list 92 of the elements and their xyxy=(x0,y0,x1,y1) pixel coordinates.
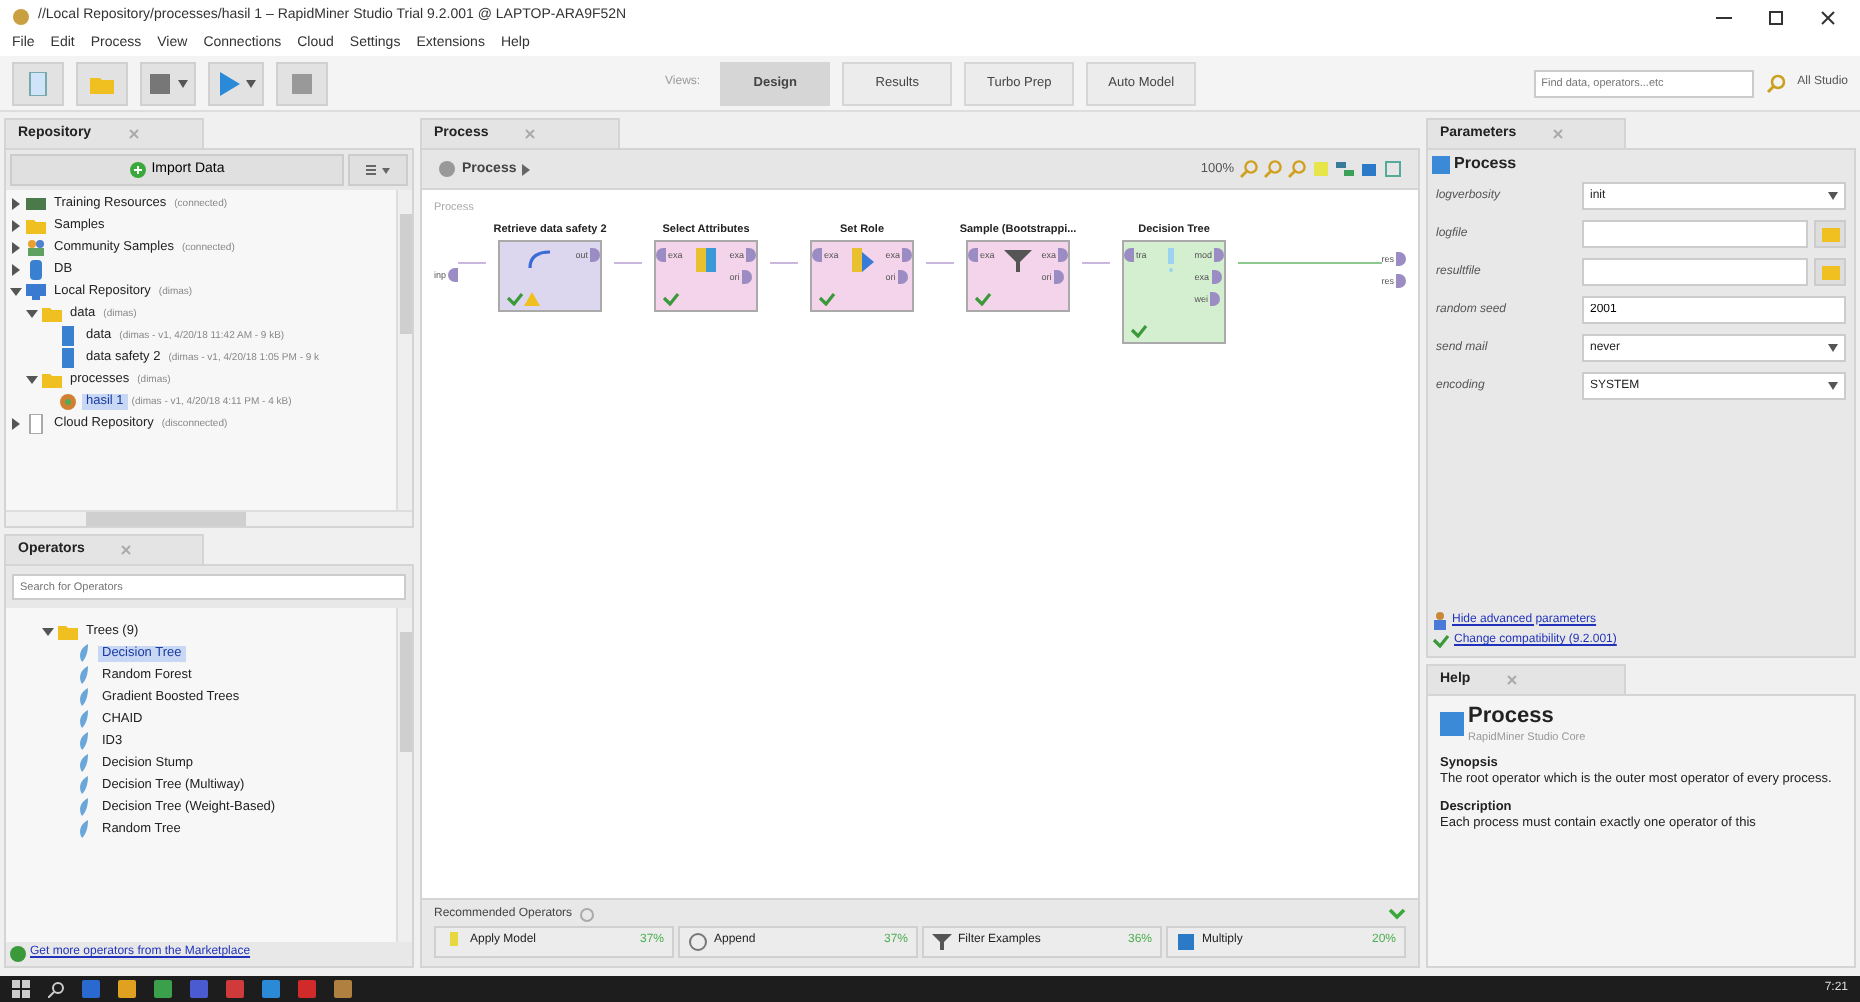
collapsed-caret-icon[interactable] xyxy=(10,219,22,232)
zoom-in-icon[interactable] xyxy=(1240,160,1258,179)
gear-icon xyxy=(58,391,78,412)
expanded-caret-icon[interactable] xyxy=(10,285,22,298)
port-handle[interactable] xyxy=(968,247,979,262)
columns-icon xyxy=(692,247,721,272)
folder-icon xyxy=(42,369,62,390)
folder-icon xyxy=(26,215,46,236)
process-icon xyxy=(1440,712,1464,737)
person-icon xyxy=(1432,611,1448,630)
browse-button[interactable] xyxy=(1814,258,1846,287)
plus-icon xyxy=(129,162,146,179)
filter-icon xyxy=(932,932,952,952)
folder-icon xyxy=(58,621,78,642)
caret-icon xyxy=(178,79,188,87)
columns-icon xyxy=(848,247,877,272)
collapsed-caret-icon[interactable] xyxy=(10,417,22,430)
scrollbar[interactable] xyxy=(396,608,412,942)
database-icon xyxy=(26,259,46,280)
leaf-icon xyxy=(74,753,94,774)
input-field[interactable] xyxy=(1582,258,1808,287)
scrollbar[interactable] xyxy=(6,510,412,526)
monitor-icon xyxy=(26,193,46,214)
layout-icon[interactable] xyxy=(1336,160,1354,179)
port-handle[interactable] xyxy=(812,247,823,262)
cube-icon[interactable] xyxy=(1360,160,1378,179)
expanded-caret-icon[interactable] xyxy=(42,625,54,638)
folder-icon xyxy=(1821,265,1839,280)
stop-button[interactable] xyxy=(276,61,328,105)
caret-icon xyxy=(1828,192,1838,201)
leaf-icon xyxy=(74,687,94,708)
data-file-icon xyxy=(58,325,78,346)
monitor-icon xyxy=(26,281,46,302)
leaf-icon xyxy=(74,731,94,752)
expanded-caret-icon[interactable] xyxy=(26,373,38,386)
port-handle[interactable] xyxy=(590,247,600,262)
folder-icon xyxy=(42,303,62,324)
scrollbar[interactable] xyxy=(396,190,412,510)
leaf-icon xyxy=(74,709,94,730)
filter-icon xyxy=(1004,247,1033,272)
operator-title: Process xyxy=(1468,704,1556,732)
collapsed-caret-icon[interactable] xyxy=(10,241,22,254)
save-button[interactable] xyxy=(140,61,196,105)
operator-name: Process xyxy=(1454,154,1517,174)
app-icon xyxy=(12,8,30,26)
append-icon xyxy=(688,932,708,952)
new-button[interactable] xyxy=(12,61,64,105)
caret-icon xyxy=(1828,344,1838,353)
menu-button[interactable] xyxy=(348,154,408,187)
port-handle[interactable] xyxy=(448,267,459,282)
expanded-caret-icon[interactable] xyxy=(26,307,38,320)
check-icon xyxy=(1432,633,1450,648)
document-icon xyxy=(26,413,46,434)
close-icon[interactable] xyxy=(1820,9,1836,25)
leaf-icon xyxy=(74,797,94,818)
stop-icon xyxy=(290,71,314,95)
leaf-icon xyxy=(74,775,94,796)
process-icon xyxy=(438,160,456,179)
bulb-icon xyxy=(444,932,464,952)
leaf-icon xyxy=(74,643,94,664)
leaf-icon xyxy=(74,819,94,840)
fullscreen-icon[interactable] xyxy=(1384,160,1402,179)
run-icon xyxy=(216,71,240,95)
collapse-chevron-icon[interactable] xyxy=(1388,908,1406,921)
menu-icon xyxy=(366,164,390,177)
browse-button[interactable] xyxy=(1814,220,1846,249)
people-icon xyxy=(26,237,46,258)
port-handle[interactable] xyxy=(1124,247,1135,262)
windows-icon[interactable] xyxy=(12,980,30,998)
save-icon xyxy=(148,71,172,95)
cube-icon xyxy=(1176,932,1196,952)
maximize-icon[interactable] xyxy=(1768,9,1784,25)
caret-icon xyxy=(1828,382,1838,391)
zoom-out-icon[interactable] xyxy=(1264,160,1282,179)
search-icon[interactable] xyxy=(48,981,64,997)
run-button[interactable] xyxy=(208,61,264,105)
data-file-icon xyxy=(58,347,78,368)
port-handle[interactable] xyxy=(656,247,667,262)
chevron-icon xyxy=(522,163,531,176)
new-icon xyxy=(26,71,50,95)
folder-icon xyxy=(1821,227,1839,242)
marketplace-icon xyxy=(10,946,26,962)
retrieve-icon xyxy=(523,247,552,272)
caret-icon xyxy=(246,79,256,87)
leaf-icon xyxy=(74,665,94,686)
open-button[interactable] xyxy=(76,61,128,105)
input-field[interactable] xyxy=(1582,220,1808,249)
process-icon xyxy=(1432,155,1450,174)
collapsed-caret-icon[interactable] xyxy=(10,197,22,210)
zoom-reset-icon[interactable] xyxy=(1288,160,1306,179)
info-icon[interactable] xyxy=(580,907,595,922)
collapsed-caret-icon[interactable] xyxy=(10,263,22,276)
